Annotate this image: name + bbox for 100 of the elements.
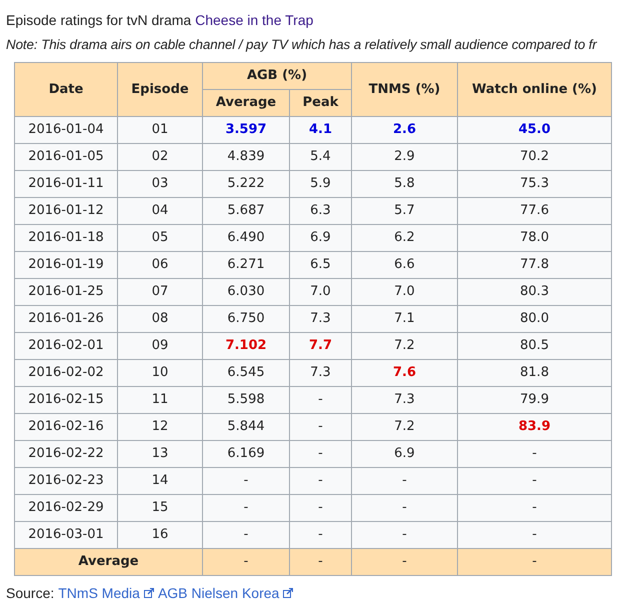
table-cell: 05 [118, 224, 202, 252]
table-cell: Average [14, 548, 202, 576]
caption-text: Episode ratings for tvN drama [6, 12, 192, 28]
table-cell: - [352, 494, 458, 522]
table-cell: 77.6 [458, 198, 612, 224]
table-cell: 7.2 [352, 332, 458, 360]
table-cell: 06 [118, 252, 202, 278]
table-cell: 15 [118, 494, 202, 522]
table-cell: - [290, 522, 352, 548]
column-header: AGB (%) [202, 62, 352, 90]
table-cell: 6.3 [290, 198, 352, 224]
table-cell: 80.3 [458, 278, 612, 306]
table-cell: 2016-01-12 [14, 198, 118, 224]
table-cell: 13 [118, 440, 202, 468]
table-cell: 5.687 [202, 198, 290, 224]
table-cell: 7.1 [352, 306, 458, 332]
table-cell: 81.8 [458, 360, 612, 386]
table-cell: 09 [118, 332, 202, 360]
table-cell: 2016-02-15 [14, 386, 118, 414]
table-cell: 77.8 [458, 252, 612, 278]
table-cell: - [202, 522, 290, 548]
table-cell: - [458, 548, 612, 576]
table-cell: 2016-01-05 [14, 144, 118, 170]
table-cell: 6.2 [352, 224, 458, 252]
table-cell: 02 [118, 144, 202, 170]
column-header: Episode [118, 62, 202, 116]
column-header: Date [14, 62, 118, 116]
table-cell: 2016-01-26 [14, 306, 118, 332]
table-cell: 2016-01-11 [14, 170, 118, 198]
table-cell: - [352, 522, 458, 548]
table-cell: 2016-02-29 [14, 494, 118, 522]
table-cell: 6.6 [352, 252, 458, 278]
external-link-icon [283, 588, 294, 598]
table-cell: 5.9 [290, 170, 352, 198]
table-cell: 5.7 [352, 198, 458, 224]
column-header: Average [202, 90, 290, 116]
table-cell: 5.844 [202, 414, 290, 440]
link[interactable]: AGB Nielsen Korea [158, 583, 280, 603]
table-cell: 7.3 [352, 386, 458, 414]
table-cell: 7.3 [290, 360, 352, 386]
table-cell: 6.5 [290, 252, 352, 278]
table-cell: 7.6 [352, 360, 458, 386]
table-cell: 6.9 [290, 224, 352, 252]
table-cell: 5.598 [202, 386, 290, 414]
table-cell: 7.3 [290, 306, 352, 332]
table-cell: 6.030 [202, 278, 290, 306]
table-cell: 79.9 [458, 386, 612, 414]
table-cell: - [202, 494, 290, 522]
table-cell: 03 [118, 170, 202, 198]
table-cell: 6.490 [202, 224, 290, 252]
table-cell: 83.9 [458, 414, 612, 440]
table-cell: 5.222 [202, 170, 290, 198]
table-cell: 2016-01-04 [14, 116, 118, 144]
table-cell: - [352, 548, 458, 576]
table-cell: 5.8 [352, 170, 458, 198]
table-cell: 2016-02-23 [14, 468, 118, 494]
table-cell: 7.0 [290, 278, 352, 306]
table-cell: 80.0 [458, 306, 612, 332]
table-cell: 07 [118, 278, 202, 306]
table-cell: - [458, 522, 612, 548]
source-label: Source: [6, 584, 54, 603]
table-cell: 78.0 [458, 224, 612, 252]
note-text: Note: This drama airs on cable channel / pay TV which has a relatively small audience compared to fr [6, 36, 597, 54]
table-cell: - [202, 468, 290, 494]
table-cell: 6.9 [352, 440, 458, 468]
table-cell: 5.4 [290, 144, 352, 170]
link[interactable]: Cheese in the Trap [195, 12, 314, 28]
table-cell: 16 [118, 522, 202, 548]
table-cell: - [352, 468, 458, 494]
table-cell: 75.3 [458, 170, 612, 198]
table-cell: 01 [118, 116, 202, 144]
table-cell: 6.271 [202, 252, 290, 278]
table-cell: 04 [118, 198, 202, 224]
table-cell: 7.0 [352, 278, 458, 306]
external-link-icon [144, 588, 154, 598]
table-cell: 14 [118, 468, 202, 494]
column-header: Peak [290, 90, 352, 116]
table-cell: - [290, 494, 352, 522]
table-cell: 7.7 [290, 332, 352, 360]
table-cell: - [458, 494, 612, 522]
table-cell: 4.1 [290, 116, 352, 144]
link[interactable]: TNmS Media [58, 583, 140, 603]
table-cell: 2016-02-01 [14, 332, 118, 360]
table-cell: 10 [118, 360, 202, 386]
table-cell: 7.102 [202, 332, 290, 360]
table-cell: - [458, 468, 612, 494]
table-cell: 11 [118, 386, 202, 414]
column-header: Watch online (%) [458, 62, 612, 116]
table-cell: 2016-01-18 [14, 224, 118, 252]
table-cell: - [290, 468, 352, 494]
table-cell: 3.597 [202, 116, 290, 144]
table-cell: 2016-02-16 [14, 414, 118, 440]
table-cell: 6.169 [202, 440, 290, 468]
table-cell: - [290, 414, 352, 440]
table-cell: 12 [118, 414, 202, 440]
table-cell: 45.0 [458, 116, 612, 144]
table-cell: 2016-03-01 [14, 522, 118, 548]
table-cell: - [290, 440, 352, 468]
table-cell: 6.545 [202, 360, 290, 386]
table-cell: 4.839 [202, 144, 290, 170]
